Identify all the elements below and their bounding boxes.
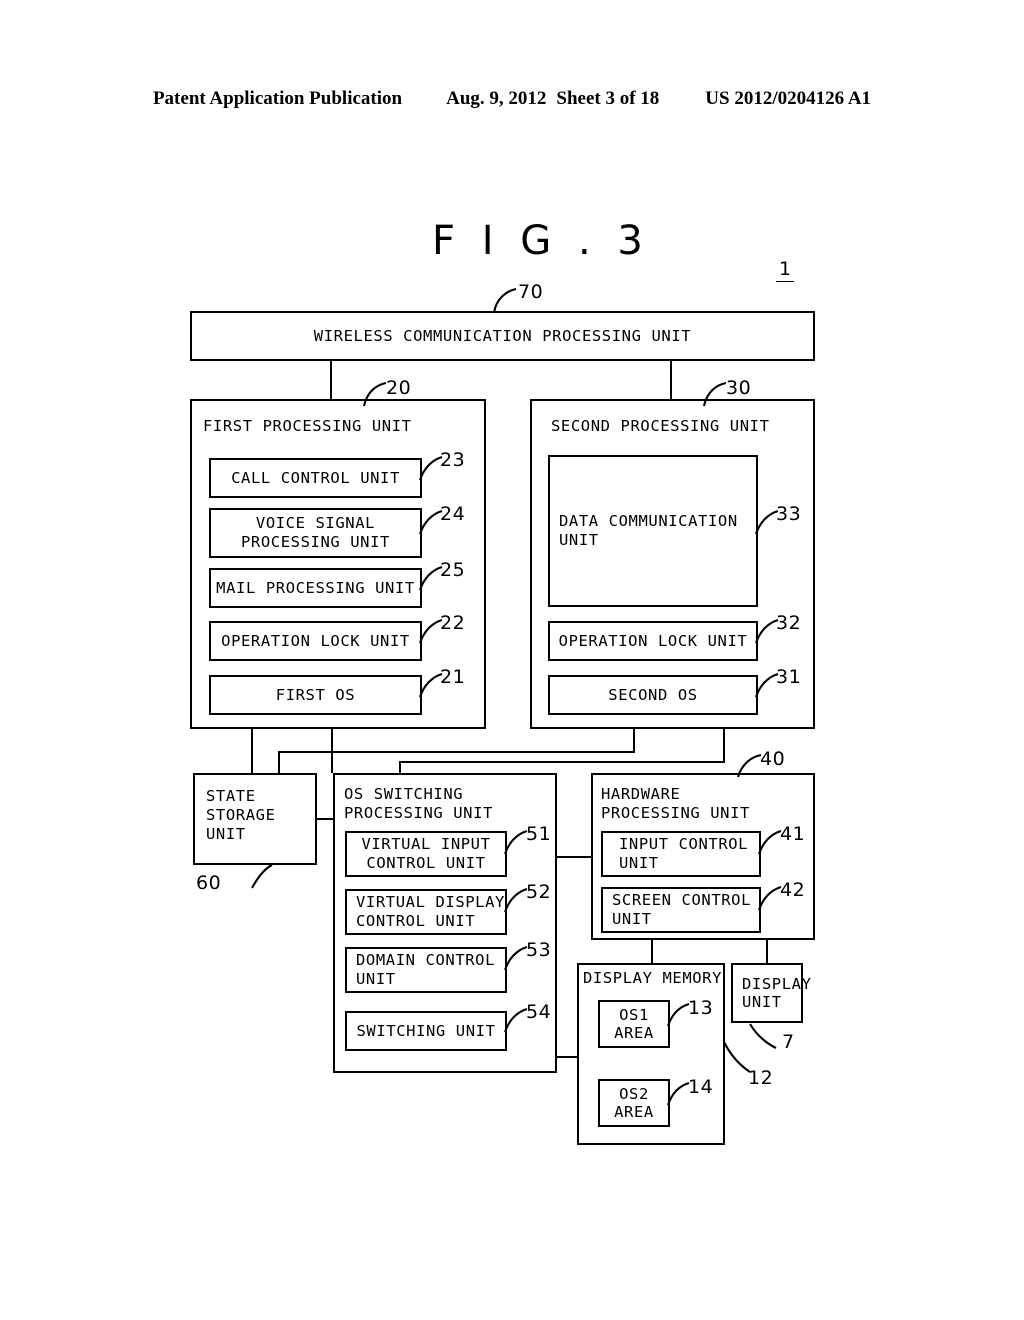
os2-area: OS2 AREA — [598, 1079, 670, 1127]
data-communication-unit-label: DATA COMMUNICATION UNIT — [559, 512, 738, 549]
connector-wireless-to-second — [670, 361, 673, 399]
reference-numeral-60: 60 — [196, 872, 222, 894]
bus-lower-left-drop — [399, 761, 402, 773]
reference-numeral-51: 51 — [526, 823, 552, 845]
wireless-communication-processing-unit: WIRELESS COMMUNICATION PROCESSING UNIT — [190, 311, 815, 361]
connector-second-down-b — [723, 729, 726, 761]
assembly-reference-numeral: 1 — [776, 258, 795, 282]
reference-numeral-42: 42 — [780, 879, 806, 901]
display-memory-label: DISPLAY MEMORY — [583, 969, 723, 987]
reference-numeral-70: 70 — [518, 281, 544, 303]
reference-numeral-30: 30 — [726, 377, 752, 399]
header-patent-number: US 2012/0204126 A1 — [705, 88, 872, 109]
mail-processing-unit-label: MAIL PROCESSING UNIT — [216, 578, 415, 597]
reference-numeral-14: 14 — [688, 1076, 714, 1098]
switching-unit: SWITCHING UNIT — [345, 1011, 507, 1051]
reference-numeral-25: 25 — [440, 559, 466, 581]
os1-area-label: OS1 AREA — [614, 1005, 654, 1042]
reference-numeral-31: 31 — [776, 666, 802, 688]
operation-lock-unit-second-label: OPERATION LOCK UNIT — [558, 631, 748, 650]
connector-second-down-a — [633, 729, 636, 751]
reference-numeral-23: 23 — [440, 449, 466, 471]
reference-numeral-7: 7 — [782, 1031, 795, 1053]
data-communication-unit: DATA COMMUNICATION UNIT — [548, 455, 758, 607]
wireless-communication-processing-unit-label: WIRELESS COMMUNICATION PROCESSING UNIT — [313, 326, 692, 345]
os-switching-processing-unit-label: OS SWITCHING PROCESSING UNIT — [344, 785, 493, 822]
first-os: FIRST OS — [209, 675, 422, 715]
operation-lock-unit-second: OPERATION LOCK UNIT — [548, 621, 758, 661]
virtual-input-control-unit: VIRTUAL INPUT CONTROL UNIT — [345, 831, 507, 877]
connector-hardware-to-display-unit — [766, 940, 769, 965]
reference-numeral-21: 21 — [440, 666, 466, 688]
reference-numeral-22: 22 — [440, 612, 466, 634]
connector-osswitching-to-display-memory — [557, 1056, 579, 1059]
header-date: Aug. 9, 2012 — [446, 88, 547, 109]
patent-figure-page: Patent Application Publication Aug. 9, 2… — [0, 0, 1024, 1320]
operation-lock-unit-first: OPERATION LOCK UNIT — [209, 621, 422, 661]
screen-control-unit-label: SCREEN CONTROL UNIT — [612, 891, 752, 928]
second-processing-unit-label: SECOND PROCESSING UNIT — [551, 417, 770, 435]
reference-numeral-12: 12 — [748, 1067, 774, 1089]
call-control-unit-label: CALL CONTROL UNIT — [231, 468, 400, 487]
operation-lock-unit-first-label: OPERATION LOCK UNIT — [221, 631, 410, 650]
virtual-display-control-unit: VIRTUAL DISPLAY CONTROL UNIT — [345, 889, 507, 935]
connector-first-to-state-storage — [251, 729, 254, 773]
leader-line-60 — [251, 864, 273, 889]
reference-numeral-41: 41 — [780, 823, 806, 845]
page-header: Patent Application Publication Aug. 9, 2… — [0, 86, 1024, 112]
connector-hardware-to-display-memory — [651, 940, 654, 965]
domain-control-unit-label: DOMAIN CONTROL UNIT — [356, 951, 496, 988]
display-unit-label: DISPLAY UNIT — [742, 974, 812, 1011]
voice-signal-processing-unit-label: VOICE SIGNAL PROCESSING UNIT — [241, 514, 390, 551]
input-control-unit: INPUT CONTROL UNIT — [601, 831, 761, 877]
hardware-processing-unit-label: HARDWARE PROCESSING UNIT — [601, 785, 750, 822]
os1-area: OS1 AREA — [598, 1000, 670, 1048]
connector-wireless-to-first — [330, 361, 333, 399]
voice-signal-processing-unit: VOICE SIGNAL PROCESSING UNIT — [209, 508, 422, 558]
os2-area-label: OS2 AREA — [614, 1084, 654, 1121]
connector-state-storage-to-osswitching — [317, 818, 333, 821]
reference-numeral-52: 52 — [526, 881, 552, 903]
input-control-unit-label: INPUT CONTROL UNIT — [619, 835, 749, 872]
reference-numeral-33: 33 — [776, 503, 802, 525]
reference-numeral-20: 20 — [386, 377, 412, 399]
reference-numeral-40: 40 — [760, 748, 786, 770]
state-storage-unit-label: STATE STORAGE UNIT — [206, 787, 276, 843]
bus-horizontal-lower — [399, 761, 725, 764]
second-os-label: SECOND OS — [608, 685, 698, 704]
display-unit: DISPLAY UNIT — [731, 963, 811, 1023]
screen-control-unit: SCREEN CONTROL UNIT — [601, 887, 761, 933]
domain-control-unit: DOMAIN CONTROL UNIT — [345, 947, 507, 993]
reference-numeral-53: 53 — [526, 939, 552, 961]
second-os: SECOND OS — [548, 675, 758, 715]
call-control-unit: CALL CONTROL UNIT — [209, 458, 422, 498]
first-processing-unit-label: FIRST PROCESSING UNIT — [203, 417, 412, 435]
reference-numeral-24: 24 — [440, 503, 466, 525]
connector-osswitching-to-hardware — [557, 856, 593, 859]
switching-unit-label: SWITCHING UNIT — [356, 1021, 496, 1040]
virtual-display-control-unit-label: VIRTUAL DISPLAY CONTROL UNIT — [356, 893, 505, 930]
bus-horizontal-upper — [278, 751, 635, 754]
reference-numeral-54: 54 — [526, 1001, 552, 1023]
bus-upper-left-drop — [278, 751, 281, 773]
reference-numeral-13: 13 — [688, 997, 714, 1019]
virtual-input-control-unit-label: VIRTUAL INPUT CONTROL UNIT — [361, 835, 491, 872]
first-os-label: FIRST OS — [275, 685, 356, 704]
figure-title: F I G . 3 — [432, 218, 650, 264]
header-sheet: Sheet 3 of 18 — [556, 88, 660, 109]
header-publication: Patent Application Publication — [152, 88, 403, 109]
reference-numeral-32: 32 — [776, 612, 802, 634]
mail-processing-unit: MAIL PROCESSING UNIT — [209, 568, 422, 608]
